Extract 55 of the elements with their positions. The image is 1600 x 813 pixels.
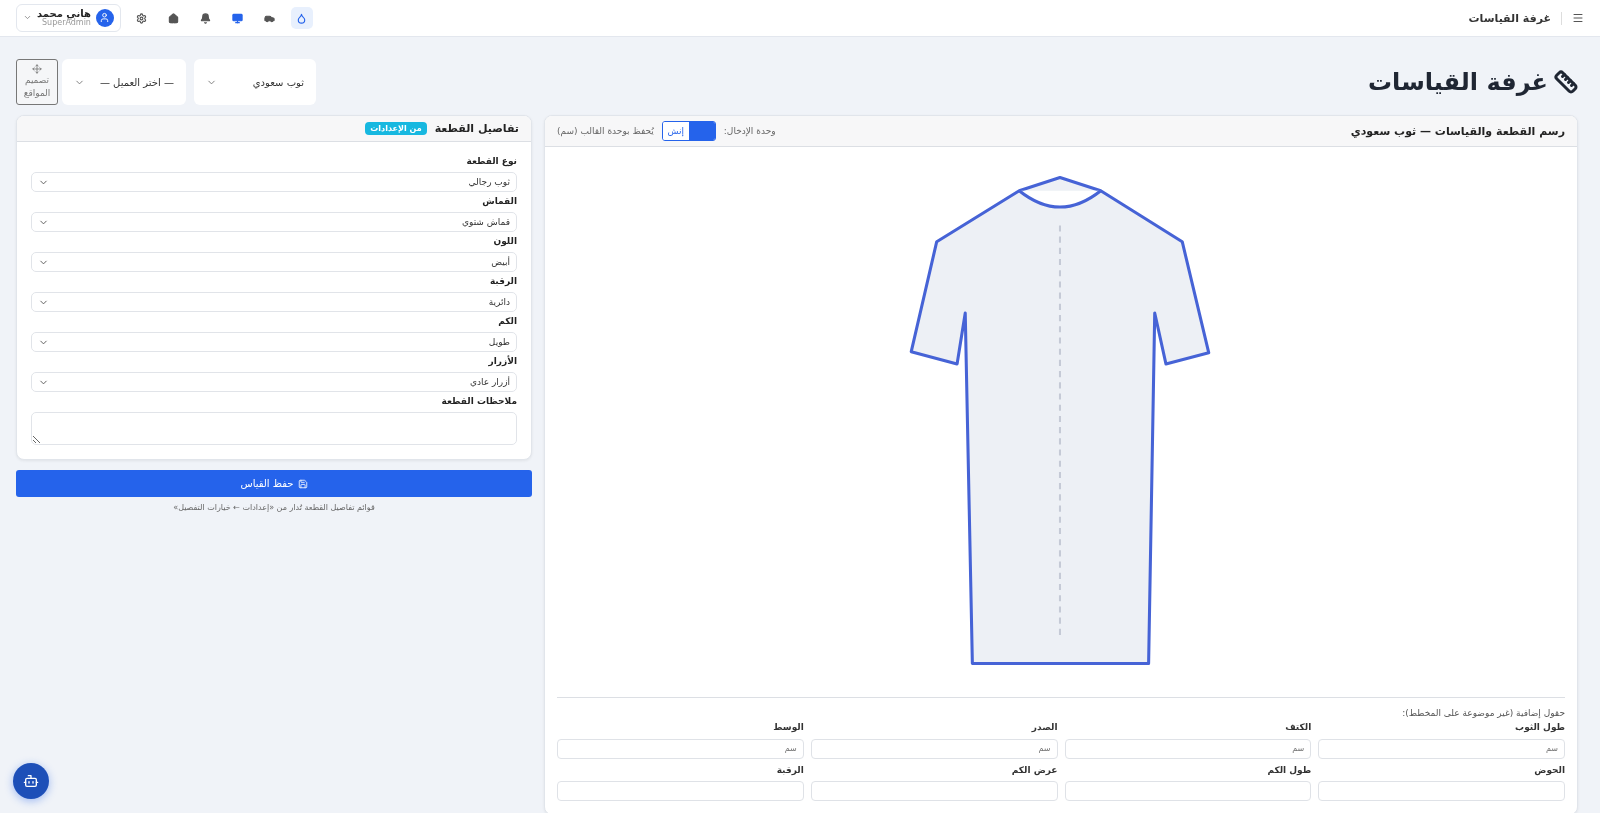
field-label: الحوض xyxy=(1533,764,1565,775)
measurement-field[interactable]: سم xyxy=(557,738,804,759)
app-title: غرفة القياسات xyxy=(1468,11,1562,25)
user-role: SuperAdmin xyxy=(41,19,91,28)
ruler-icon xyxy=(1554,70,1578,94)
menu-icon[interactable] xyxy=(1572,12,1584,24)
measurement-field[interactable]: سم xyxy=(810,738,1058,759)
droplet-icon[interactable] xyxy=(290,7,313,29)
field-label: الأزرار xyxy=(487,356,517,366)
layout-button[interactable]: تصميم المواقع xyxy=(16,59,58,105)
dropdown-field[interactable]: أزرار عادي xyxy=(31,372,517,392)
dropdown-field[interactable]: ثوب رجالي xyxy=(31,172,517,192)
panel-title: رسم القطعة والقياسات — ثوب سعودي xyxy=(1350,124,1565,138)
garment-select[interactable]: ثوب سعودي xyxy=(194,59,316,105)
save-button[interactable]: حفظ القياس xyxy=(16,470,532,497)
dropdown-field[interactable]: دائرية xyxy=(31,292,517,312)
measurement-field[interactable] xyxy=(1318,781,1565,801)
field-label: اللون xyxy=(492,236,517,246)
client-select[interactable]: — اختر العميل — xyxy=(62,59,186,105)
settings-badge: من الإعدادات xyxy=(365,122,427,135)
unit-toggle[interactable]: إنش xyxy=(662,122,689,140)
measurement-field[interactable]: سم xyxy=(1064,738,1312,759)
field-label: عرض الكم xyxy=(1010,764,1058,775)
footnote: قوائم تفاصيل القطعة تُدار من «إعدادات ← خيارات التفصيل» xyxy=(172,503,376,512)
extra-fields-heading: حقول إضافية (غير موضوعة على المخطط): xyxy=(1401,708,1565,718)
field-label: الصدر xyxy=(1030,722,1058,732)
page-title: غرفة القياسات xyxy=(1368,68,1548,96)
field-label: الوسط xyxy=(772,722,804,732)
measurement-field[interactable]: سم xyxy=(1318,738,1565,759)
save-icon xyxy=(297,478,308,489)
field-label: نوع القطعة xyxy=(465,156,517,166)
unit-toggle[interactable] xyxy=(688,122,715,140)
measurement-field[interactable] xyxy=(1064,781,1312,801)
measurement-field[interactable] xyxy=(557,781,804,801)
avatar-icon xyxy=(95,9,114,27)
field-label: الرقبة xyxy=(488,276,517,286)
field-label: الكم xyxy=(497,316,517,326)
field-label: الرقبة xyxy=(775,764,804,775)
dropdown-field[interactable]: طويل xyxy=(31,332,517,352)
field-label: طول الكم xyxy=(1266,764,1312,775)
field-label: ملاحظات القطعة xyxy=(440,396,517,406)
unit-label: وحدة الإدخال: xyxy=(723,126,776,136)
assistant-button[interactable] xyxy=(13,763,49,799)
user-name: هاني محمد xyxy=(37,8,91,20)
unit-note: يُحفظ بوحدة القالب (سم) xyxy=(557,126,654,136)
panel-title: تفاصيل القطعة xyxy=(434,122,519,135)
field-label: القماش xyxy=(481,196,517,206)
dropdown-field[interactable]: قماش شتوي xyxy=(31,212,517,232)
field-label: طول الثوب xyxy=(1514,722,1565,732)
field-label: الكتف xyxy=(1284,722,1312,732)
robot-icon xyxy=(23,773,39,789)
measurement-field[interactable] xyxy=(810,781,1058,801)
dropdown-field[interactable]: أبيض xyxy=(31,252,517,272)
move-icon xyxy=(32,64,42,75)
notes-field[interactable] xyxy=(31,412,517,445)
